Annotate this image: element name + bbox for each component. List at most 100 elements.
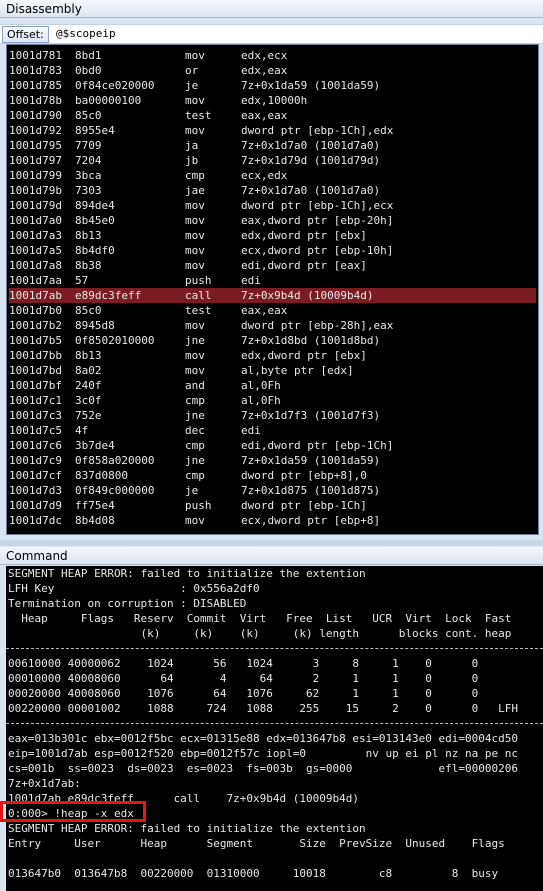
- instruction-mnemonic: cmp: [185, 169, 205, 182]
- instruction-bytes: ba00000100: [75, 94, 142, 107]
- instruction-mnemonic: jne: [185, 454, 205, 467]
- command-output-line: SEGMENT HEAP ERROR: failed to initialize…: [8, 822, 366, 835]
- disassembly-row[interactable]: 1001d7bb 8b13 mov edx,dword ptr [ebx]: [9, 348, 536, 363]
- command-output[interactable]: SEGMENT HEAP ERROR: failed to initialize…: [6, 566, 543, 891]
- instruction-mnemonic: cmp: [185, 394, 205, 407]
- instruction-address: 1001d7c5: [9, 424, 62, 437]
- instruction-address: 1001d790: [9, 109, 62, 122]
- command-output-line: 00220000 00001002 1088 724 1088 255 15 2…: [8, 702, 518, 715]
- instruction-bytes: e89dc3feff: [75, 289, 142, 302]
- disassembly-row[interactable]: 1001d7c3 752e jne 7z+0x1d7f3 (1001d7f3): [9, 408, 536, 423]
- instruction-operands: edx,ecx: [241, 49, 288, 62]
- instruction-bytes: 0f8502010000: [75, 334, 155, 347]
- disassembly-row[interactable]: 1001d795 7709 ja 7z+0x1d7a0 (1001d7a0): [9, 138, 536, 153]
- instruction-operands: dword ptr [ebp+8],0: [241, 469, 367, 482]
- disassembly-row[interactable]: 1001d78b ba00000100 mov edx,10000h: [9, 93, 536, 108]
- disassembly-row[interactable]: 1001d7c9 0f858a020000 jne 7z+0x1da59 (1001d…: [9, 453, 536, 468]
- command-output-line: SEGMENT HEAP ERROR: failed to initialize…: [8, 567, 366, 580]
- disassembly-row[interactable]: 1001d781 8bd1 mov edx,ecx: [9, 48, 536, 63]
- instruction-operands: al,byte ptr [edx]: [241, 364, 354, 377]
- instruction-mnemonic: mov: [185, 244, 205, 257]
- instruction-operands: 7z+0x1d79d (1001d79d): [241, 154, 381, 167]
- instruction-mnemonic: jne: [185, 409, 205, 422]
- disassembly-row[interactable]: 1001d799 3bca cmp ecx,edx: [9, 168, 536, 183]
- instruction-bytes: 8945d8: [75, 319, 115, 332]
- disassembly-row[interactable]: 1001d7a3 8b13 mov edx,dword ptr [ebx]: [9, 228, 536, 243]
- command-output-line: 00020000 40008060 1076 64 1076 62 1 1 0 …: [8, 687, 479, 700]
- instruction-mnemonic: cmp: [185, 439, 205, 452]
- disassembly-view[interactable]: 1001d781 8bd1 mov edx,ecx 1001d783 0bd0 or edx,…: [6, 44, 539, 535]
- disassembly-row[interactable]: 1001d783 0bd0 or edx,eax: [9, 63, 536, 78]
- disassembly-row[interactable]: 1001d7bf 240f and al,0Fh: [9, 378, 536, 393]
- instruction-bytes: 85c0: [75, 109, 102, 122]
- disassembly-row[interactable]: 1001d785 0f84ce020000 je 7z+0x1da59 (1001da…: [9, 78, 536, 93]
- disassembly-row[interactable]: 1001d7b0 85c0 test eax,eax: [9, 303, 536, 318]
- instruction-bytes: 7709: [75, 139, 102, 152]
- instruction-bytes: 8bd1: [75, 49, 102, 62]
- instruction-address: 1001d7ab: [9, 289, 62, 302]
- disassembly-row[interactable]: 1001d7cf 837d0800 cmp dword ptr [ebp+8],0: [9, 468, 536, 483]
- instruction-address: 1001d7b5: [9, 334, 62, 347]
- disassembly-row[interactable]: 1001d7a5 8b4df0 mov ecx,dword ptr [ebp-10h]: [9, 243, 536, 258]
- instruction-address: 1001d78b: [9, 94, 62, 107]
- disassembly-row[interactable]: 1001d7b5 0f8502010000 jne 7z+0x1d8bd (1001d…: [9, 333, 536, 348]
- disassembly-row[interactable]: 1001d79d 894de4 mov dword ptr [ebp-1Ch],ecx: [9, 198, 536, 213]
- instruction-address: 1001d797: [9, 154, 62, 167]
- instruction-operands: dword ptr [ebp-1Ch]: [241, 499, 367, 512]
- command-output-line: eip=1001d7ab esp=0012f520 ebp=0012f57c i…: [8, 747, 518, 760]
- disassembly-row[interactable]: 1001d7d9 ff75e4 push dword ptr [ebp-1Ch]: [9, 498, 536, 513]
- instruction-bytes: 0f849c000000: [75, 484, 155, 497]
- disassembly-row[interactable]: 1001d7bd 8a02 mov al,byte ptr [edx]: [9, 363, 536, 378]
- instruction-bytes: 4f: [75, 424, 89, 437]
- instruction-operands: 7z+0x1da59 (1001da59): [241, 79, 381, 92]
- command-window-title: Command: [0, 547, 543, 565]
- offset-input[interactable]: @$scopeip: [56, 25, 116, 43]
- instruction-mnemonic: test: [185, 304, 212, 317]
- disassembly-row[interactable]: 1001d7c6 3b7de4 cmp edi,dword ptr [ebp-1Ch]: [9, 438, 536, 453]
- disassembly-row[interactable]: 1001d79b 7303 jae 7z+0x1d7a0 (1001d7a0): [9, 183, 536, 198]
- disassembly-row-current[interactable]: 1001d7ab e89dc3feff call 7z+0x9b4d (10009b4…: [9, 288, 536, 303]
- instruction-operands: 7z+0x1d7a0 (1001d7a0): [241, 184, 381, 197]
- disassembly-row[interactable]: 1001d7c1 3c0f cmp al,0Fh: [9, 393, 536, 408]
- offset-label[interactable]: Offset:: [2, 26, 49, 43]
- disassembly-row[interactable]: 1001d797 7204 jb 7z+0x1d79d (1001d79d): [9, 153, 536, 168]
- disassembly-row[interactable]: 1001d790 85c0 test eax,eax: [9, 108, 536, 123]
- instruction-bytes: 837d0800: [75, 469, 128, 482]
- instruction-mnemonic: and: [185, 379, 205, 392]
- disassembly-row[interactable]: 1001d792 8955e4 mov dword ptr [ebp-1Ch],edx: [9, 123, 536, 138]
- disassembly-row[interactable]: 1001d7a8 8b38 mov edi,dword ptr [eax]: [9, 258, 536, 273]
- instruction-mnemonic: or: [185, 64, 199, 77]
- disassembly-row[interactable]: 1001d7c5 4f dec edi: [9, 423, 536, 438]
- instruction-bytes: 894de4: [75, 199, 115, 212]
- instruction-address: 1001d7d9: [9, 499, 62, 512]
- instruction-bytes: 85c0: [75, 304, 102, 317]
- instruction-operands: ecx,dword ptr [ebp+8]: [241, 514, 381, 527]
- instruction-address: 1001d7c6: [9, 439, 62, 452]
- instruction-operands: edx,10000h: [241, 94, 308, 107]
- instruction-operands: edi: [241, 424, 261, 437]
- instruction-mnemonic: mov: [185, 49, 205, 62]
- instruction-mnemonic: push: [185, 499, 212, 512]
- instruction-address: 1001d7bf: [9, 379, 62, 392]
- command-output-line: 00610000 40000062 1024 56 1024 3 8 1 0 0: [8, 657, 479, 670]
- disassembly-row[interactable]: 1001d7aa 57 push edi: [9, 273, 536, 288]
- instruction-address: 1001d7c1: [9, 394, 62, 407]
- disassembly-row[interactable]: 1001d7a0 8b45e0 mov eax,dword ptr [ebp-20h]: [9, 213, 536, 228]
- instruction-operands: edi,dword ptr [eax]: [241, 259, 367, 272]
- instruction-bytes: 0f858a020000: [75, 454, 155, 467]
- instruction-bytes: 7303: [75, 184, 102, 197]
- instruction-address: 1001d7a0: [9, 214, 62, 227]
- disassembly-row[interactable]: 1001d7dc 8b4d08 mov ecx,dword ptr [ebp+8]: [9, 513, 536, 528]
- instruction-mnemonic: je: [185, 79, 199, 92]
- instruction-mnemonic: jne: [185, 334, 205, 347]
- disassembly-row[interactable]: 1001d7d3 0f849c000000 je 7z+0x1d875 (1001d8…: [9, 483, 536, 498]
- instruction-bytes: 8b13: [75, 229, 102, 242]
- instruction-bytes: 240f: [75, 379, 102, 392]
- command-output-line: 00010000 40008060 64 4 64 2 1 1 0 0: [8, 672, 479, 685]
- instruction-address: 1001d79b: [9, 184, 62, 197]
- disassembly-window-title: Disassembly: [0, 0, 543, 18]
- instruction-address: 1001d795: [9, 139, 62, 152]
- disassembly-row[interactable]: 1001d7b2 8945d8 mov dword ptr [ebp-28h],eax: [9, 318, 536, 333]
- pane-splitter[interactable]: [0, 540, 543, 546]
- instruction-mnemonic: jae: [185, 184, 205, 197]
